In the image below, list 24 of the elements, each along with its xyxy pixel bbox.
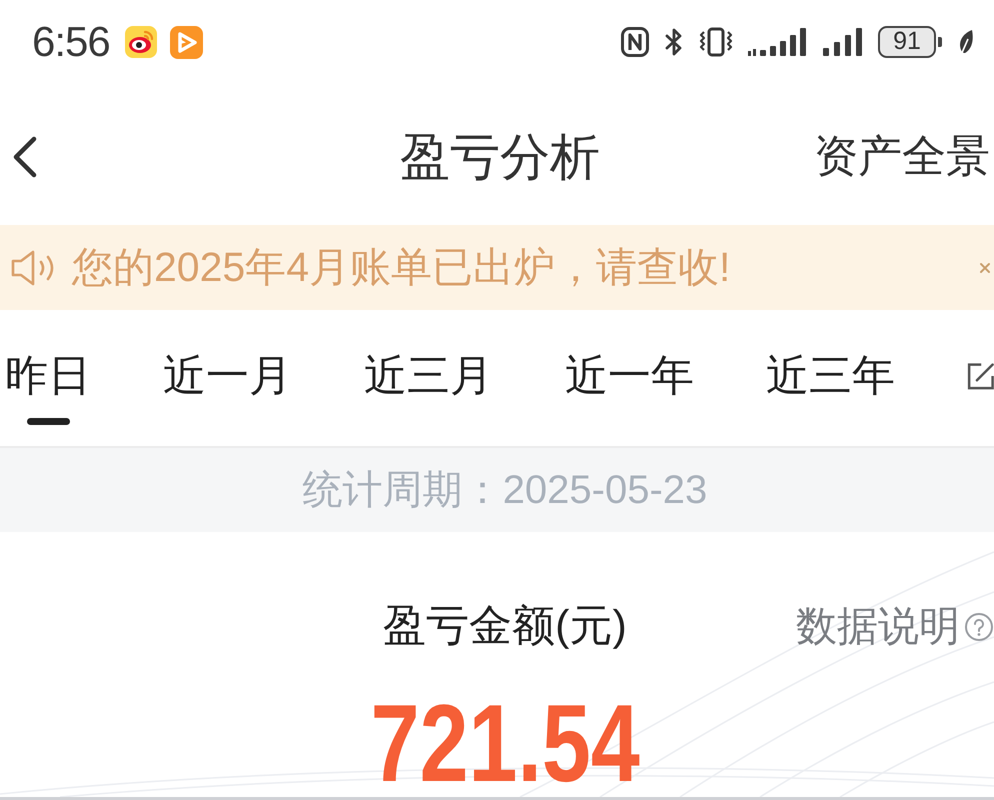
notice-text: 您的2025年4月账单已出炉，请查收! — [72, 247, 730, 288]
signal-icon — [823, 27, 863, 57]
play-app-icon — [170, 26, 203, 58]
period-text: 统计周期：2025-05-23 — [302, 470, 708, 510]
page-title: 盈亏分析 — [400, 132, 600, 182]
profit-amount: 721.54 — [370, 689, 640, 797]
clock-time: 6:56 — [32, 21, 110, 63]
period-tab[interactable]: 近一月 — [163, 355, 292, 398]
tab-indicator — [26, 418, 70, 425]
period-tab[interactable]: 近一年 — [565, 355, 694, 398]
battery-indicator: 91 — [878, 26, 942, 58]
bluetooth-icon — [664, 27, 684, 57]
vibrate-icon — [699, 27, 733, 57]
help-icon[interactable] — [964, 612, 994, 642]
eye-app-icon — [124, 26, 157, 58]
signal-icon — [748, 27, 808, 57]
data-description-link[interactable]: 数据说明 — [796, 606, 960, 647]
nfc-icon — [621, 27, 649, 57]
period-tab[interactable]: 近三年 — [766, 355, 895, 398]
period-tab[interactable]: 近三月 — [364, 355, 493, 398]
period-tab[interactable]: 昨日 — [5, 355, 91, 425]
amount-label: 盈亏金额(元) — [383, 605, 627, 648]
asset-overview-link[interactable]: 资产全景 — [814, 134, 990, 178]
leaf-icon — [957, 28, 975, 56]
